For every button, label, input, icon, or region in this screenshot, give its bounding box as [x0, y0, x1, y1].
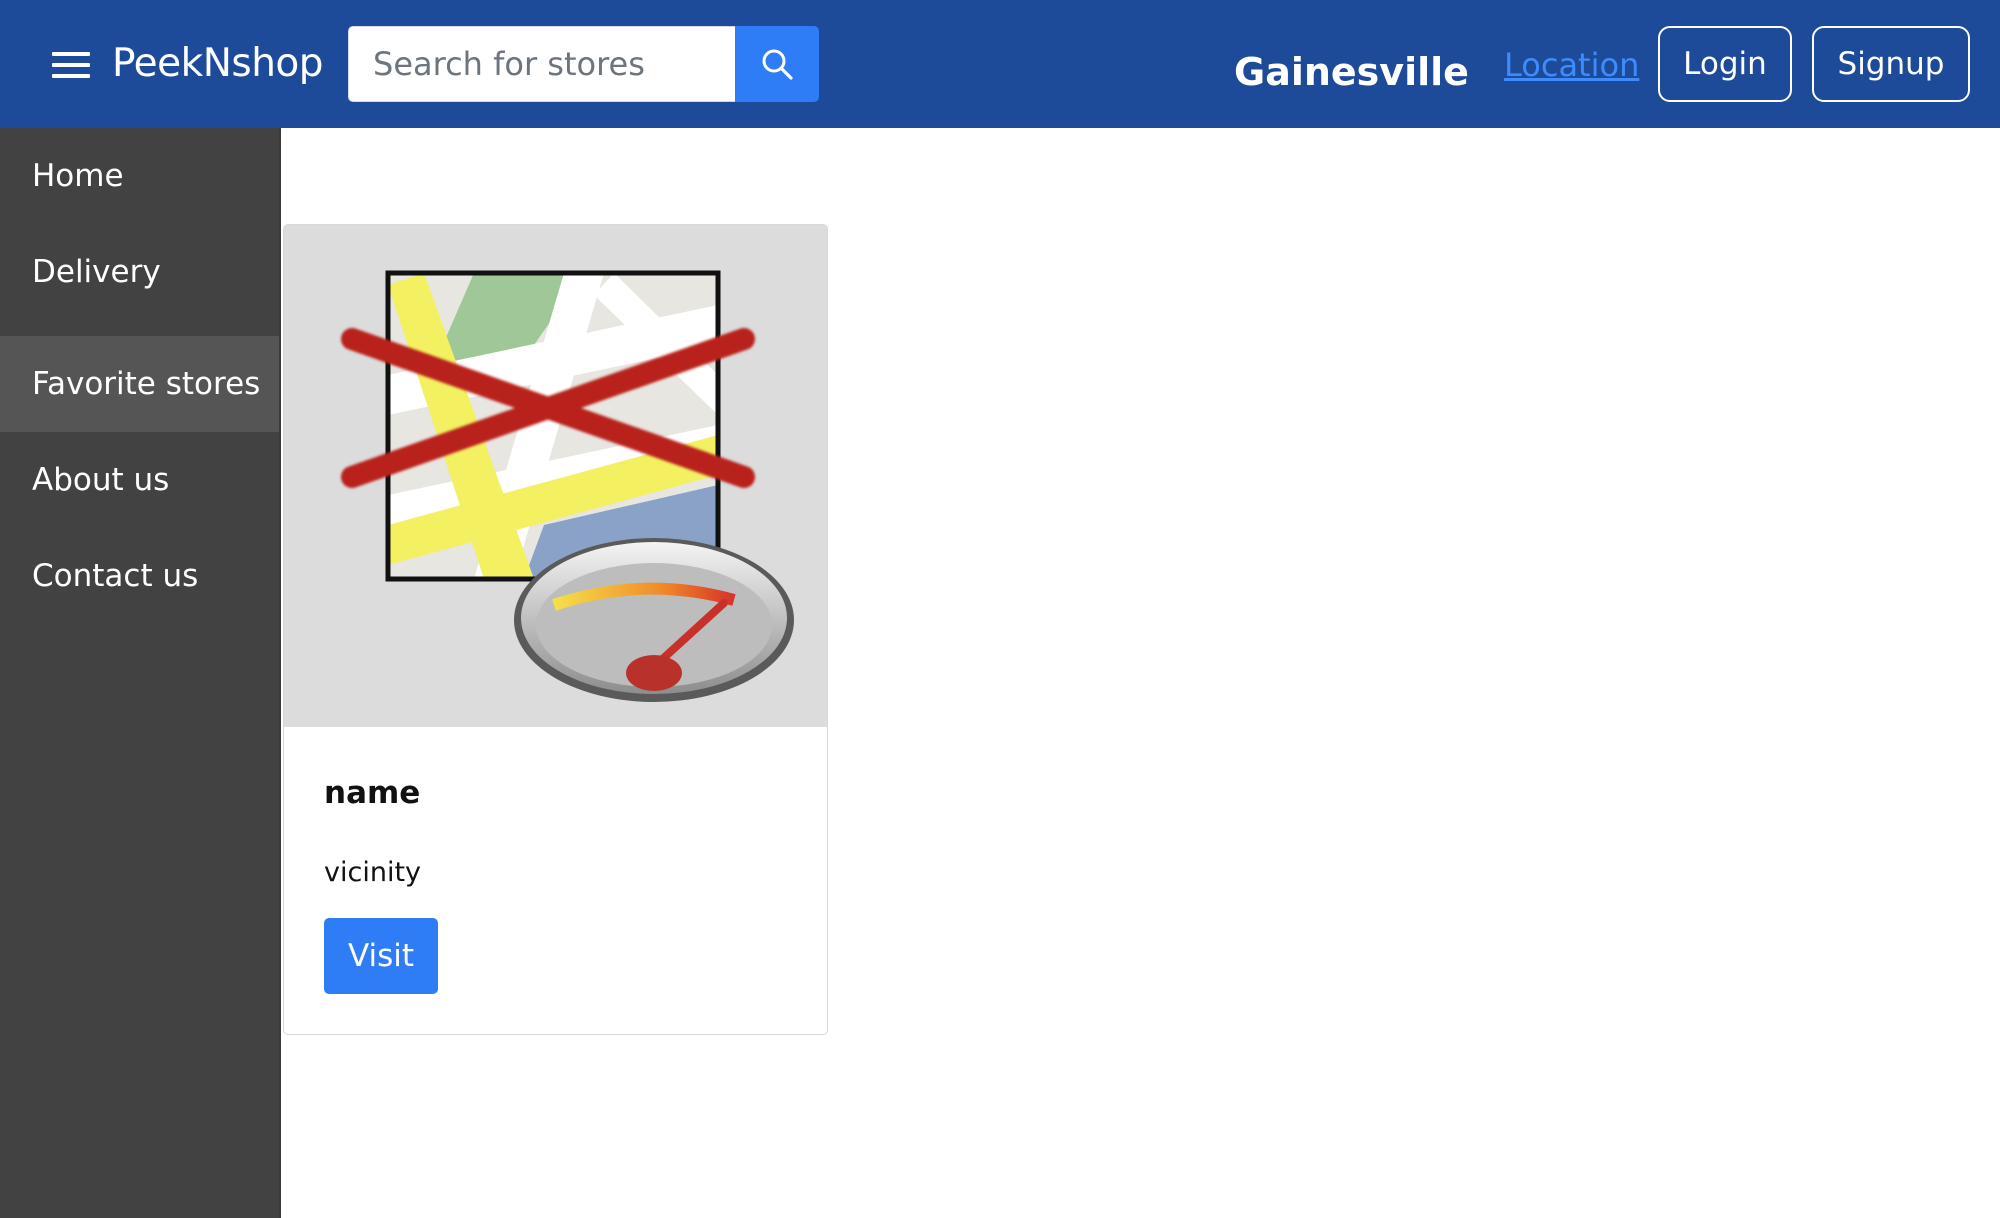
store-name: name [324, 775, 421, 811]
sidebar-divider [279, 128, 281, 1218]
top-navbar: PeekNshop Gainesville Location Login Sig… [0, 0, 2000, 128]
search-icon [762, 49, 793, 80]
login-button[interactable]: Login [1658, 26, 1792, 102]
sidebar-item-favorite-stores[interactable]: Favorite stores [0, 336, 279, 432]
brand-logo[interactable]: PeekNshop [112, 38, 324, 90]
store-vicinity: vicinity [324, 857, 422, 888]
current-city: Gainesville [1234, 50, 1469, 94]
sidebar-item-about-us[interactable]: About us [0, 432, 279, 528]
visit-button[interactable]: Visit [324, 918, 438, 994]
store-card: name vicinity Visit [283, 224, 828, 1035]
sidebar-item-contact-us[interactable]: Contact us [0, 528, 279, 624]
hamburger-menu-icon[interactable] [52, 52, 90, 78]
store-image [284, 225, 827, 727]
map-unavailable-icon [341, 270, 794, 702]
sidebar-item-delivery[interactable]: Delivery [0, 224, 279, 320]
store-search-input[interactable] [348, 26, 736, 102]
sidebar-item-home[interactable]: Home [0, 128, 279, 224]
location-link[interactable]: Location [1504, 43, 1639, 87]
search-button[interactable] [735, 26, 819, 102]
signup-button[interactable]: Signup [1812, 26, 1970, 102]
sidebar: Home Delivery Favorite stores About us C… [0, 128, 281, 1218]
